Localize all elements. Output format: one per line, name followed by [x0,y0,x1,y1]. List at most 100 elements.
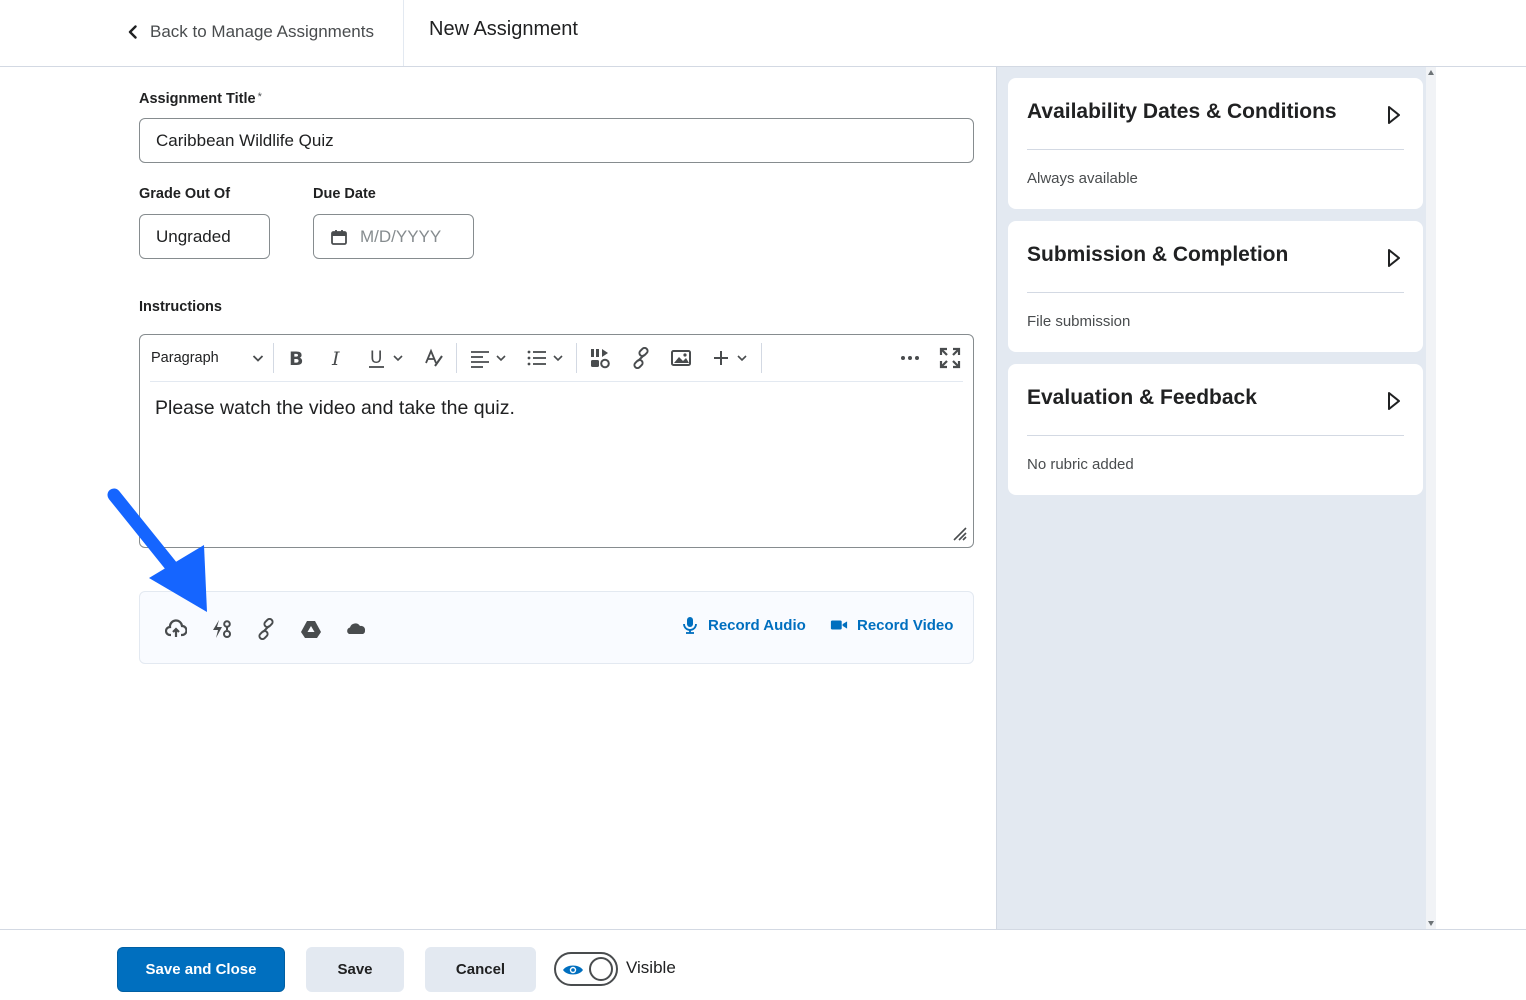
attachments-bar: Record Audio Record Video [139,591,974,664]
availability-card[interactable]: Availability Dates & Conditions Always a… [1008,78,1423,209]
chevron-left-icon [128,25,137,39]
record-audio-button[interactable]: Record Audio [681,616,806,634]
underline-button[interactable]: U [362,343,408,373]
grade-value: Ungraded [156,226,231,246]
chevron-down-icon [737,355,747,362]
svg-text:U: U [370,348,382,368]
more-actions-button[interactable] [896,343,924,373]
chevron-down-icon [393,355,403,362]
due-date-placeholder: M/D/YYYY [360,226,442,246]
visibility-label: Visible [626,958,676,977]
due-date-input[interactable]: M/D/YYYY [313,214,474,259]
link-icon [258,618,274,640]
assignment-title-value: Caribbean Wildlife Quiz [156,130,334,150]
due-date-label: Due Date [313,186,376,202]
add-link-button[interactable] [254,617,278,641]
back-link-label: Back to Manage Assignments [150,22,374,41]
fullscreen-button[interactable] [936,343,964,373]
image-icon [671,350,691,366]
submission-card[interactable]: Submission & Completion File submission [1008,221,1423,352]
svg-text:B: B [289,348,303,369]
insert-image-button[interactable] [666,343,696,373]
record-video-label: Record Video [857,616,954,634]
align-left-icon [471,351,489,368]
card-divider [1027,435,1404,436]
header-divider [403,0,404,66]
toolbar-separator [273,343,274,373]
insert-link-button[interactable] [626,343,656,373]
assignment-title-label-text: Assignment Title [139,91,256,107]
panel-scrollbar[interactable] [1426,67,1436,929]
calendar-icon [331,229,347,245]
align-button[interactable] [465,343,511,373]
paragraph-format-select[interactable]: Paragraph [151,343,265,373]
save-button[interactable]: Save [306,947,404,992]
microphone-icon [683,617,697,634]
video-camera-icon [830,620,848,630]
text-format-button[interactable] [420,343,448,373]
card-summary: Always available [1027,170,1138,187]
google-drive-button[interactable] [299,617,323,641]
save-and-close-button[interactable]: Save and Close [117,947,285,992]
annotation-arrow-icon [107,488,207,612]
toolbar-divider [150,381,963,382]
toggle-knob [589,957,613,981]
bullet-list-icon [527,350,546,366]
toolbar-separator [456,343,457,373]
toolbar-separator [576,343,577,373]
chevron-down-icon [496,355,506,362]
fullscreen-icon [939,347,961,369]
underline-icon: U [369,348,384,368]
scroll-down-arrow-icon[interactable] [1428,921,1434,926]
quicklink-icon [213,620,231,638]
bold-button[interactable]: B [282,343,310,373]
back-to-manage-assignments-link[interactable]: Back to Manage Assignments [126,20,374,44]
upload-file-button[interactable] [164,617,188,641]
card-title: Submission & Completion [1027,243,1289,266]
footer-bar: Save and Close Save Cancel Visible [0,929,1526,1000]
chevron-down-icon [252,355,264,362]
list-button[interactable] [522,343,568,373]
evaluation-card[interactable]: Evaluation & Feedback No rubric added [1008,364,1423,495]
editor-content[interactable]: Please watch the video and take the quiz… [155,397,515,420]
more-horizontal-icon [901,356,919,360]
grade-out-of-label: Grade Out Of [139,186,231,202]
top-bar: Back to Manage Assignments New Assignmen… [0,0,1526,67]
cancel-button[interactable]: Cancel [425,947,536,992]
insert-more-button[interactable] [706,343,752,373]
editor-toolbar: Paragraph B I U [140,335,973,382]
add-quicklink-button[interactable] [209,617,233,641]
card-divider [1027,292,1404,293]
eye-icon [563,965,583,975]
assignment-title-input[interactable]: Caribbean Wildlife Quiz [139,118,974,163]
card-title: Availability Dates & Conditions [1027,100,1337,123]
plus-icon [714,351,728,365]
grade-out-of-input[interactable]: Ungraded [139,214,270,259]
resize-handle-icon[interactable] [952,526,968,542]
onedrive-icon [347,623,366,634]
toolbar-separator [761,343,762,373]
caret-right-icon [1388,249,1400,267]
instructions-editor: Paragraph B I U Please watch the video a… [139,334,974,548]
onedrive-button[interactable] [344,617,368,641]
paragraph-format-value: Paragraph [151,350,219,366]
visibility-toggle[interactable] [554,952,618,986]
cloud-upload-icon [165,619,187,637]
required-asterisk: * [257,91,262,103]
insert-stuff-icon [591,349,610,369]
text-format-icon [425,348,443,367]
italic-button[interactable]: I [323,343,351,373]
insert-stuff-button[interactable] [585,343,615,373]
caret-right-icon [1388,106,1400,124]
card-summary: File submission [1027,313,1131,330]
scroll-up-arrow-icon[interactable] [1428,70,1434,75]
card-divider [1027,149,1404,150]
google-drive-icon [301,621,321,638]
record-video-button[interactable]: Record Video [830,616,953,634]
page-title: New Assignment [429,18,578,40]
card-title: Evaluation & Feedback [1027,386,1257,409]
instructions-label: Instructions [139,299,222,315]
bold-icon: B [289,348,303,369]
italic-icon: I [331,348,340,369]
caret-right-icon [1388,392,1400,410]
